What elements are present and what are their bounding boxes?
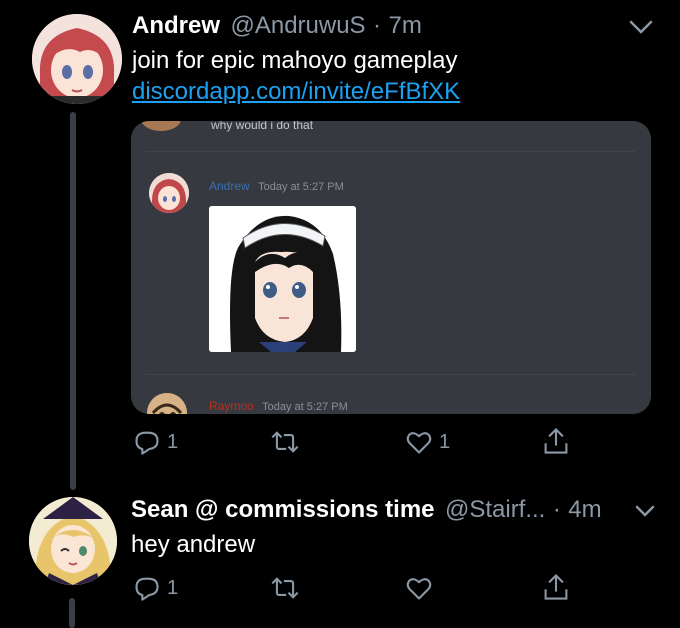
author-handle[interactable]: @AndruwuS	[230, 12, 365, 39]
discord-author-andrew: Andrew	[209, 179, 250, 193]
separator: ·	[552, 496, 561, 523]
share-icon	[544, 573, 568, 600]
author-name[interactable]: Sean @ commissions time	[131, 496, 435, 523]
discord-divider	[145, 151, 635, 152]
discord-author-raymoo: Raymoo	[209, 399, 254, 413]
retweet-icon	[271, 577, 299, 599]
retweet-button[interactable]	[270, 428, 300, 456]
tweet-link[interactable]: discordapp.com/invite/eFfBfXK	[132, 78, 460, 106]
avatar-andrew[interactable]	[32, 14, 122, 104]
reply-icon	[135, 577, 159, 601]
reply-button[interactable]: 1	[133, 428, 178, 456]
thread-line	[70, 112, 76, 490]
avatar-sean[interactable]	[29, 497, 117, 585]
discord-avatar-andrew	[149, 173, 189, 213]
timestamp[interactable]: 4m	[568, 496, 601, 523]
share-icon	[544, 427, 568, 454]
discord-msg2-header: Raymoo Today at 5:27 PM	[209, 397, 348, 414]
discord-msg1-header: Andrew Today at 5:27 PM	[209, 177, 344, 195]
discord-msg1-time: Today at 5:27 PM	[258, 181, 344, 193]
tweet2-text: hey andrew	[131, 531, 256, 558]
discord-divider-2	[145, 374, 635, 375]
reply-count: 1	[167, 576, 179, 599]
separator: ·	[373, 12, 382, 39]
author-handle[interactable]: @Stairf...	[445, 496, 545, 523]
heart-icon	[406, 578, 432, 600]
like-count: 1	[439, 430, 451, 453]
discord-top-message: why would i do that	[211, 121, 314, 132]
retweet-icon	[271, 431, 299, 453]
share-button-2[interactable]	[542, 572, 570, 602]
tweet2-header: Sean @ commissions time @Stairf... · 4m	[131, 496, 602, 524]
like-button[interactable]: 1	[405, 428, 450, 456]
tweet-header: Andrew @AndruwuS · 7m	[132, 12, 422, 40]
tweet-menu-chevron-icon[interactable]	[628, 18, 654, 41]
author-name[interactable]: Andrew	[132, 12, 220, 39]
heart-icon	[406, 432, 432, 454]
like-button-2[interactable]	[405, 574, 433, 602]
share-button[interactable]	[542, 426, 570, 456]
reply-count: 1	[167, 430, 179, 453]
reply-button-2[interactable]: 1	[133, 574, 178, 602]
retweet-button-2[interactable]	[270, 574, 300, 602]
tweet-media-image[interactable]: why would i do that Andrew Today at 5:27…	[131, 121, 651, 414]
tweet-text: join for epic mahoyo gameplay	[132, 47, 458, 74]
tweet2-menu-chevron-icon[interactable]	[634, 503, 656, 524]
discord-attached-image	[209, 206, 356, 352]
discord-msg2-time: Today at 5:27 PM	[262, 401, 348, 413]
discord-avatar-raymoo	[147, 393, 187, 414]
reply-icon	[135, 431, 159, 455]
timestamp[interactable]: 7m	[388, 12, 421, 39]
discord-avatar-partial	[141, 121, 181, 131]
